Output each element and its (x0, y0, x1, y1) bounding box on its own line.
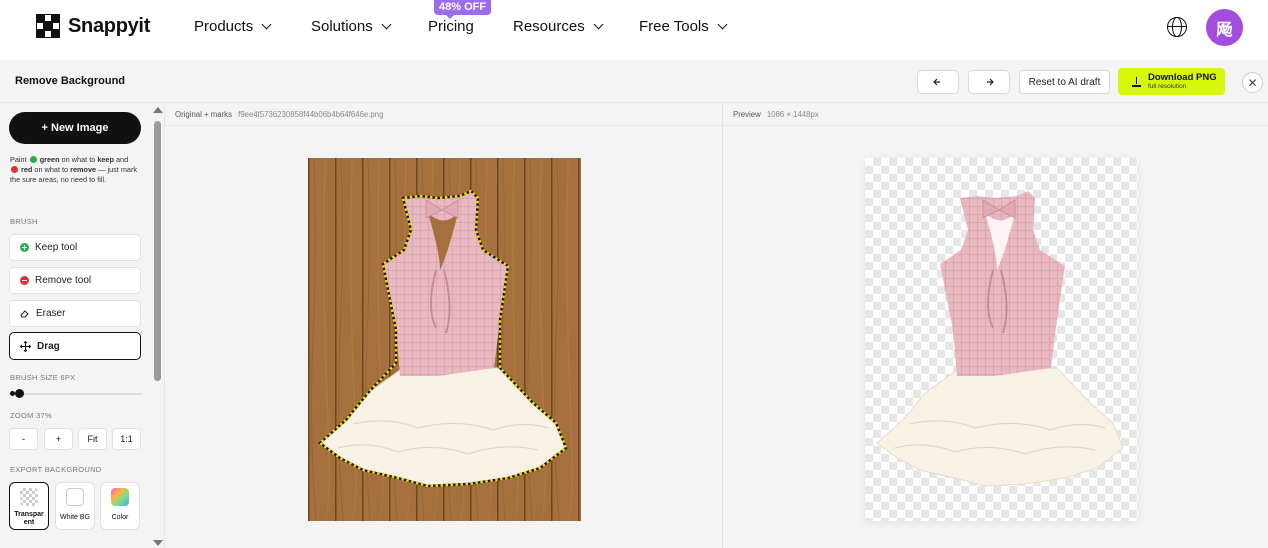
editor-toolbar: Remove Background Reset to AI draft Down… (0, 60, 1268, 103)
redo-icon (987, 78, 994, 86)
nav-products-label: Products (194, 18, 254, 35)
chevron-down-icon (261, 19, 272, 30)
brand-logo[interactable]: Snappyit (36, 14, 150, 38)
hint-text: on what to (59, 155, 98, 164)
close-icon: ✕ (1247, 75, 1258, 90)
download-text: Download PNG full resolution (1148, 71, 1217, 91)
nav-resources[interactable]: Resources (513, 18, 604, 35)
original-filename: f9ee4f5736230858f44b06b4b64f646e.png (238, 110, 384, 119)
zoom-fit-button[interactable]: Fit (78, 428, 107, 450)
brush-size-slider-handle[interactable] (15, 389, 24, 398)
white-bg-label: White BG (60, 514, 90, 521)
scroll-down-icon[interactable] (153, 540, 163, 546)
user-avatar[interactable]: 飏 (1206, 9, 1243, 46)
preview-panel: Preview 1086 × 1448px (723, 103, 1268, 548)
color-gradient-icon (111, 488, 129, 506)
download-label: Download PNG (1148, 71, 1217, 83)
remove-tool-button[interactable]: Remove tool (9, 267, 141, 294)
undo-button[interactable] (917, 70, 959, 94)
zoom-actual-size-button[interactable]: 1:1 (112, 428, 141, 450)
transparent-label: Transpar ent (14, 511, 44, 526)
hint-remove: remove (70, 165, 97, 174)
nav-products[interactable]: Products (194, 18, 272, 35)
preview-dress-cutout (876, 191, 1124, 487)
nav-free-tools-label: Free Tools (639, 18, 709, 35)
sidebar-scrollbar[interactable] (150, 103, 165, 548)
original-panel: Original + marks f9ee4f5736230858f44b06b… (165, 103, 722, 548)
green-dot-icon (29, 156, 37, 163)
hint-text: on what to (32, 165, 71, 174)
paint-instructions: Paint green on what to keep and red on w… (10, 155, 138, 185)
nav-resources-label: Resources (513, 18, 585, 35)
tool-title: Remove Background (15, 75, 126, 87)
zoom-in-button[interactable]: + (44, 428, 73, 450)
eraser-tool-label: Eraser (36, 308, 66, 319)
nav-solutions-label: Solutions (311, 18, 373, 35)
nav-solutions[interactable]: Solutions (311, 18, 392, 35)
preview-panel-title: Preview (733, 110, 761, 119)
scrollbar-thumb[interactable] (154, 121, 161, 381)
move-arrows-icon (20, 340, 31, 352)
new-image-button[interactable]: + New Image (9, 112, 141, 144)
discount-badge: 48% OFF (434, 0, 492, 19)
preview-image-canvas[interactable] (865, 158, 1138, 521)
tool-sidebar: + New Image Paint green on what to keep … (0, 103, 150, 548)
chevron-down-icon (717, 19, 728, 30)
export-background-label: EXPORT BACKGROUND (10, 465, 102, 474)
drag-tool-button[interactable]: Drag (9, 332, 141, 360)
brush-size-label: BRUSH SIZE 6PX (10, 373, 76, 382)
original-image-canvas[interactable] (308, 158, 581, 521)
zoom-out-button[interactable]: - (9, 428, 38, 450)
eraser-icon (20, 310, 29, 318)
brush-section-label: BRUSH (10, 217, 38, 226)
chevron-down-icon (381, 19, 392, 30)
download-sublabel: full resolution (1148, 82, 1187, 90)
remove-minus-icon (20, 276, 29, 285)
preview-dimensions: 1086 × 1448px (766, 110, 819, 119)
original-panel-title: Original + marks (175, 110, 232, 119)
undo-icon (933, 78, 940, 86)
hint-red: red (21, 165, 33, 174)
keep-plus-icon (20, 243, 29, 252)
nav-pricing-label: Pricing (428, 18, 474, 35)
hint-green: green (39, 155, 60, 164)
hint-text: and (113, 155, 129, 164)
hint-keep: keep (97, 155, 114, 164)
brand-name: Snappyit (68, 14, 151, 37)
red-dot-icon (11, 166, 18, 173)
hint-text: Paint (10, 155, 29, 164)
brush-size-slider[interactable] (10, 393, 142, 395)
scroll-up-icon[interactable] (153, 107, 163, 113)
download-png-button[interactable]: Download PNG full resolution (1118, 68, 1225, 95)
white-swatch-icon (66, 488, 84, 506)
eraser-tool-button[interactable]: Eraser (9, 300, 141, 327)
export-color-option[interactable]: Color (100, 482, 140, 530)
keep-tool-label: Keep tool (35, 242, 78, 253)
preview-panel-header: Preview 1086 × 1448px (723, 103, 1268, 126)
download-icon (1132, 76, 1141, 87)
original-panel-header: Original + marks f9ee4f5736230858f44b06b… (165, 103, 722, 126)
keep-tool-button[interactable]: Keep tool (9, 234, 141, 261)
redo-button[interactable] (968, 70, 1010, 94)
language-globe-icon[interactable] (1167, 17, 1187, 37)
export-transparent-option[interactable]: Transpar ent (9, 482, 49, 530)
chevron-down-icon (593, 19, 604, 30)
nav-free-tools[interactable]: Free Tools (639, 18, 728, 35)
color-label: Color (111, 514, 129, 521)
zoom-label: ZOOM 37% (10, 411, 52, 420)
original-dress-photo (308, 158, 581, 521)
export-white-bg-option[interactable]: White BG (55, 482, 95, 530)
top-navbar: Snappyit Products Solutions Pricing 48% … (0, 0, 1268, 60)
drag-tool-label: Drag (37, 340, 60, 352)
checkerboard-icon (20, 488, 38, 506)
reset-ai-draft-button[interactable]: Reset to AI draft (1019, 70, 1110, 94)
remove-tool-label: Remove tool (35, 275, 92, 286)
nav-pricing[interactable]: Pricing (428, 18, 474, 35)
close-button[interactable]: ✕ (1242, 72, 1263, 93)
logo-icon (36, 14, 60, 38)
